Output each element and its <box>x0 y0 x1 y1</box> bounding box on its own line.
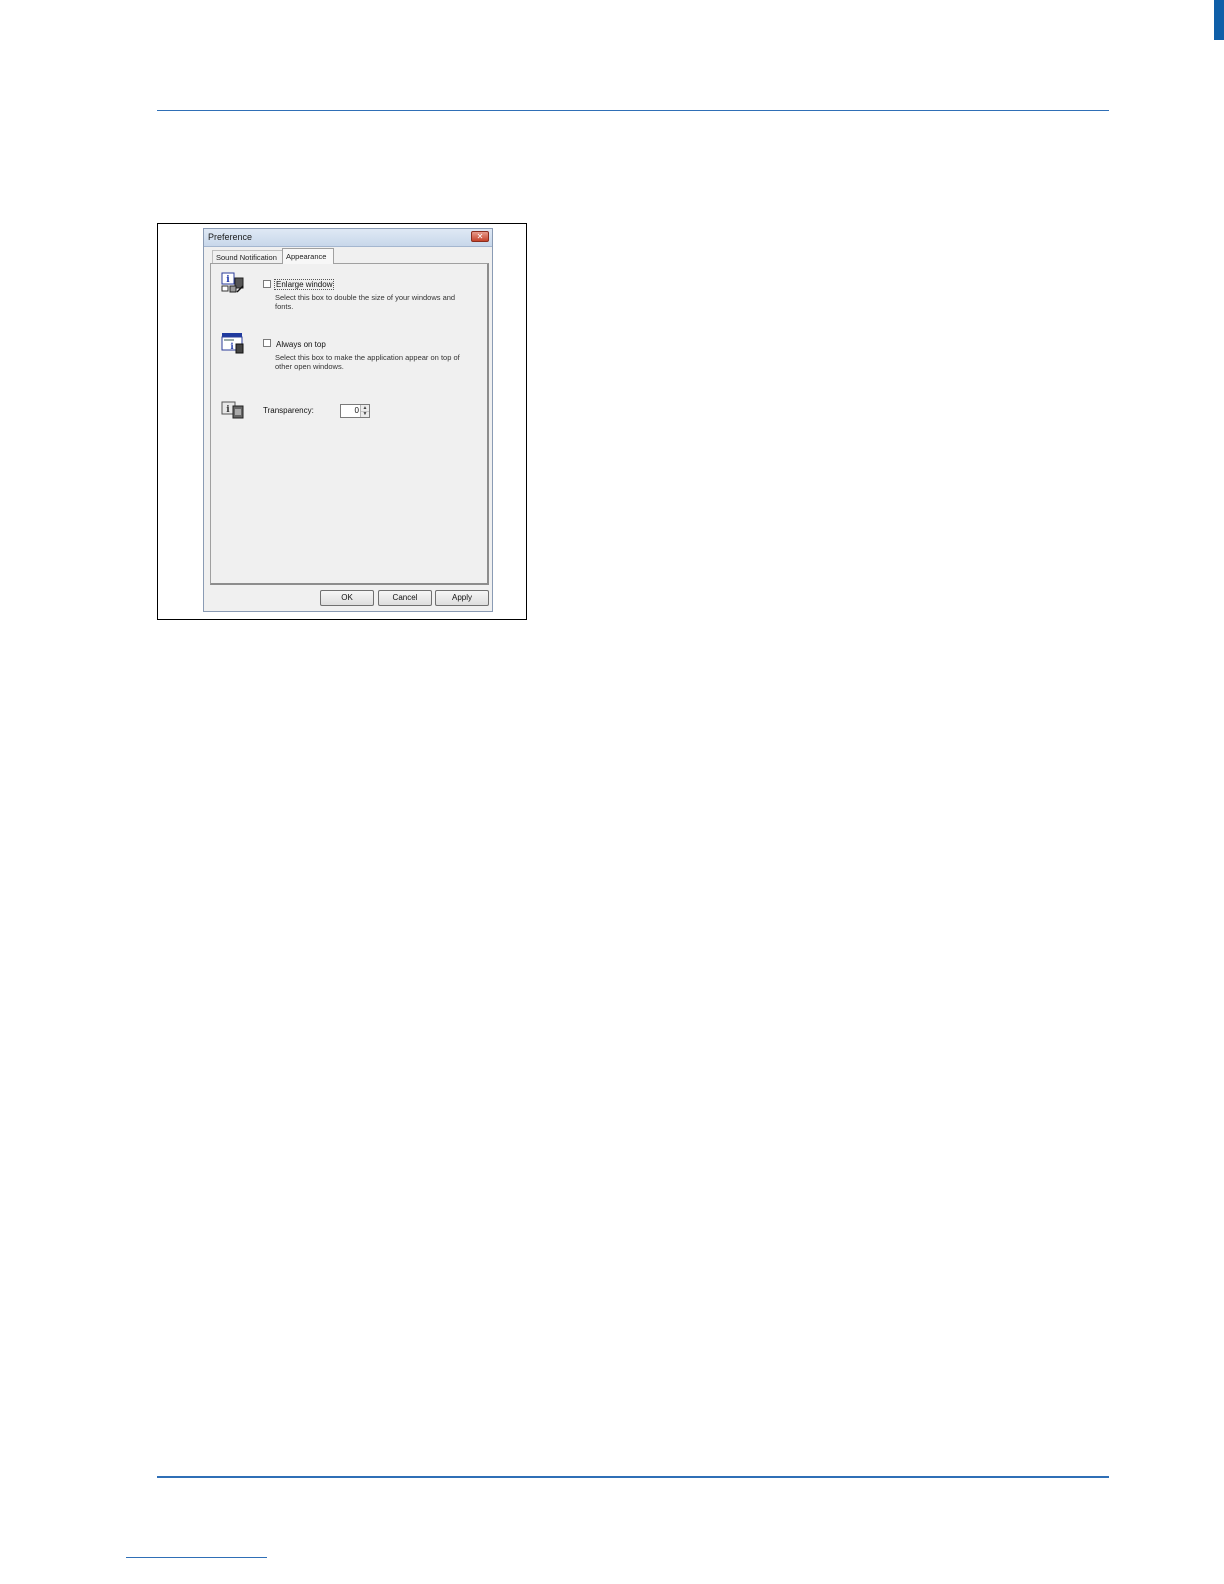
always-on-top-label[interactable]: Always on top <box>274 339 328 350</box>
tab-appearance[interactable]: Appearance <box>282 248 334 264</box>
appearance-panel: i Enlarge window Select this box to doub… <box>210 263 489 585</box>
enlarge-window-checkbox[interactable] <box>263 280 271 288</box>
tab-sound-notification[interactable]: Sound Notification <box>212 250 282 264</box>
enlarge-window-icon: i <box>221 272 244 293</box>
enlarge-window-label[interactable]: Enlarge window <box>274 279 335 290</box>
svg-text:i: i <box>226 405 230 415</box>
cancel-button[interactable]: Cancel <box>378 590 432 606</box>
enlarge-window-description: Select this box to double the size of yo… <box>275 293 456 311</box>
header-rule <box>157 110 1109 111</box>
transparency-icon: i <box>221 401 244 419</box>
close-icon: ✕ <box>476 232 484 241</box>
transparency-spinner[interactable]: 0 ▲ ▼ <box>340 404 370 418</box>
spin-down-icon[interactable]: ▼ <box>361 411 369 417</box>
transparency-value[interactable]: 0 <box>355 406 359 415</box>
ok-button[interactable]: OK <box>320 590 374 606</box>
always-on-top-description: Select this box to make the application … <box>275 353 460 371</box>
svg-text:i: i <box>230 341 233 351</box>
svg-text:i: i <box>226 275 230 285</box>
apply-button[interactable]: Apply <box>435 590 489 606</box>
page-edge-tab <box>1214 0 1224 40</box>
preference-dialog: Preference ✕ Sound Notification Appearan… <box>203 228 493 612</box>
always-on-top-checkbox[interactable] <box>263 339 271 347</box>
transparency-label: Transparency: <box>263 406 314 415</box>
footnote-rule <box>126 1557 267 1558</box>
dialog-title: Preference <box>208 232 253 242</box>
footer-rule <box>157 1476 1109 1478</box>
always-on-top-icon: i <box>221 333 244 354</box>
spinner-arrows: ▲ ▼ <box>360 405 369 417</box>
title-bar[interactable]: Preference ✕ <box>204 229 492 247</box>
close-button[interactable]: ✕ <box>471 231 489 242</box>
